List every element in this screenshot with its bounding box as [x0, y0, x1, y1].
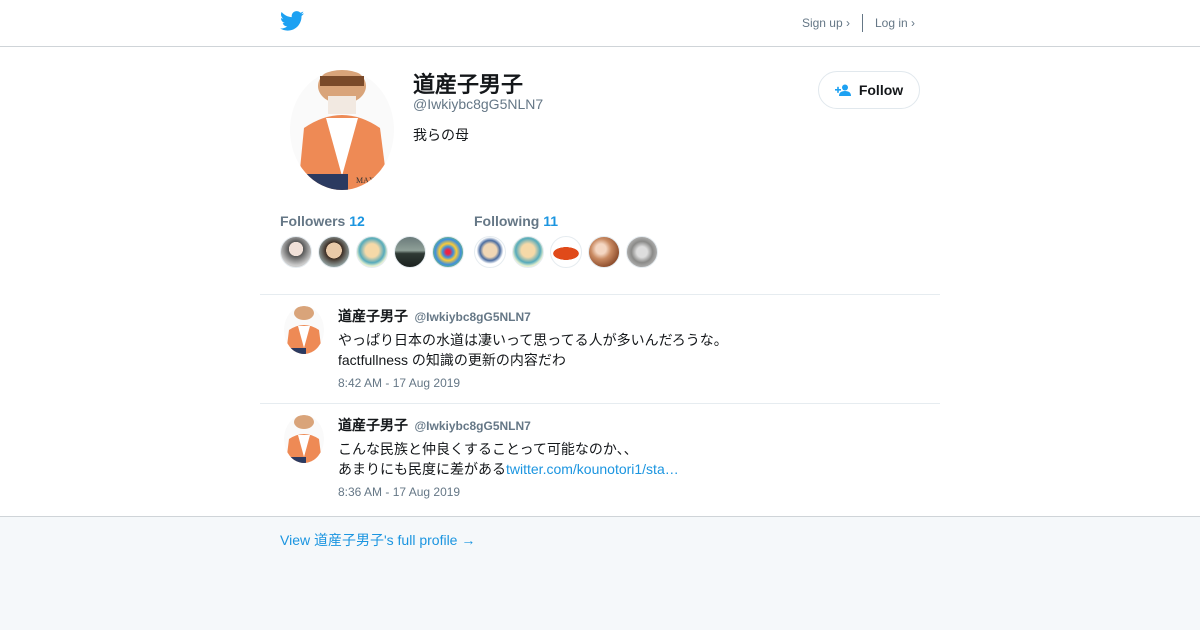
following-avatar[interactable]	[550, 236, 582, 268]
divider	[260, 294, 940, 295]
follower-avatar[interactable]	[394, 236, 426, 268]
follower-avatar[interactable]	[280, 236, 312, 268]
follower-avatar[interactable]	[356, 236, 388, 268]
login-link[interactable]: Log in ›	[875, 16, 915, 30]
followers-stat[interactable]: Followers 12	[280, 213, 365, 229]
add-person-icon	[834, 84, 851, 96]
tweet-text: やっぱり日本の水道は凄いって思ってる人が多いんだろうな。 factfullnes…	[338, 330, 728, 370]
profile-handle: @Iwkiybc8gG5NLN7	[413, 96, 544, 112]
profile-bio: 我らの母	[413, 127, 469, 143]
follow-button[interactable]: Follow	[818, 71, 920, 109]
following-avatar[interactable]	[626, 236, 658, 268]
tweet-text-line: こんな民族と仲良くすることって可能なのか、、	[338, 441, 638, 457]
tweet-text-line: factfullness の知識の更新の内容だわ	[338, 352, 566, 368]
follow-button-label: Follow	[858, 82, 904, 98]
top-bar: Sign up › Log in ›	[0, 0, 1200, 47]
tweet-header: 道産子男子 @Iwkiybc8gG5NLN7	[338, 306, 531, 326]
tweet-text: こんな民族と仲良くすることって可能なのか、、 あまりにも民度に差があるtwitt…	[338, 439, 679, 479]
following-count: 11	[543, 213, 559, 229]
tweet-timestamp[interactable]: 8:36 AM - 17 Aug 2019	[338, 485, 460, 499]
following-avatar[interactable]	[474, 236, 506, 268]
divider	[260, 403, 940, 404]
followers-count: 12	[349, 213, 365, 229]
signup-link[interactable]: Sign up ›	[802, 16, 850, 30]
following-avatar[interactable]	[588, 236, 620, 268]
tweet-avatar[interactable]	[284, 415, 324, 463]
tweet-header: 道産子男子 @Iwkiybc8gG5NLN7	[338, 415, 531, 435]
tweet-avatar[interactable]	[284, 306, 324, 354]
view-full-profile-link[interactable]: View 道産子男子's full profile →	[280, 530, 475, 550]
tweet-text-line-with-link: あまりにも民度に差があるtwitter.com/kounotori1/sta…	[338, 459, 679, 479]
twitter-bird-icon[interactable]	[280, 11, 304, 31]
tweet-text-line: やっぱり日本の水道は凄いって思ってる人が多いんだろうな。	[338, 332, 728, 348]
follower-avatar[interactable]	[432, 236, 464, 268]
tweet-link[interactable]: twitter.com/kounotori1/sta…	[506, 461, 679, 477]
tweet[interactable]: 道産子男子 @Iwkiybc8gG5NLN7 こんな民族と仲良くすることって可能…	[260, 415, 940, 505]
tweet-text-fragment: あまりにも民度に差がある	[338, 461, 506, 477]
tweet-author-name[interactable]: 道産子男子	[338, 417, 408, 433]
profile-avatar[interactable]: MAX&Co.	[290, 70, 394, 190]
following-avatars	[474, 236, 664, 268]
profile-name: 道産子男子	[413, 72, 524, 97]
following-stat[interactable]: Following 11	[474, 213, 558, 229]
auth-links: Sign up › Log in ›	[802, 14, 915, 32]
tweet-author-name[interactable]: 道産子男子	[338, 308, 408, 324]
tweet-timestamp[interactable]: 8:42 AM - 17 Aug 2019	[338, 376, 460, 390]
tweet-author-handle[interactable]: @Iwkiybc8gG5NLN7	[414, 310, 530, 324]
followers-avatars	[280, 236, 470, 268]
follower-avatar[interactable]	[318, 236, 350, 268]
followers-label: Followers	[280, 213, 346, 229]
divider	[861, 14, 863, 32]
following-label: Following	[474, 213, 540, 229]
tweet[interactable]: 道産子男子 @Iwkiybc8gG5NLN7 やっぱり日本の水道は凄いって思って…	[260, 306, 940, 396]
following-avatar[interactable]	[512, 236, 544, 268]
tweet-author-handle[interactable]: @Iwkiybc8gG5NLN7	[414, 419, 530, 433]
